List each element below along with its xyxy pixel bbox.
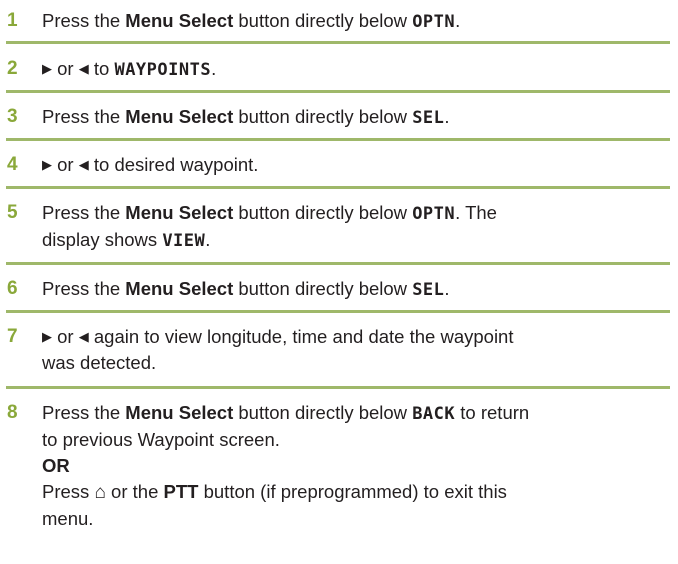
text: Press the: [42, 10, 126, 31]
text: or: [52, 154, 79, 175]
display-text-sel: SEL: [412, 108, 445, 128]
text: button directly below: [233, 202, 413, 223]
text: again to view longitude, time and date t…: [88, 326, 514, 347]
step-text: Press the Menu Select button directly be…: [42, 200, 672, 254]
divider: [6, 41, 670, 44]
text: Press the: [42, 402, 126, 423]
left-arrow-icon: ◀: [78, 157, 89, 172]
display-text-sel: SEL: [412, 280, 445, 300]
text: button directly below: [233, 402, 413, 423]
text: or: [52, 58, 79, 79]
text: .: [211, 58, 217, 79]
divider: [6, 262, 670, 265]
display-text-view: VIEW: [162, 231, 206, 251]
text: .: [455, 10, 461, 31]
step-text: Press the Menu Select button directly be…: [42, 400, 672, 532]
step-number: 6: [7, 278, 18, 299]
text: to: [88, 58, 115, 79]
menu-select-label: Menu Select: [125, 10, 234, 31]
menu-select-label: Menu Select: [125, 202, 234, 223]
text: .: [444, 278, 450, 299]
text: was detected.: [42, 352, 157, 373]
text: to desired waypoint.: [88, 154, 259, 175]
left-arrow-icon: ◀: [78, 61, 89, 76]
menu-select-label: Menu Select: [125, 402, 234, 423]
text: or: [52, 326, 79, 347]
home-icon: ⌂: [94, 482, 106, 503]
menu-select-label: Menu Select: [125, 106, 234, 127]
text: Press the: [42, 278, 126, 299]
step-text: Press the Menu Select button directly be…: [42, 276, 672, 303]
text: or the: [105, 481, 164, 502]
menu-select-label: Menu Select: [125, 278, 234, 299]
divider: [6, 90, 670, 93]
left-arrow-icon: ◀: [78, 329, 89, 344]
text: .: [205, 229, 211, 250]
right-arrow-icon: ▶: [42, 157, 52, 172]
text: button directly below: [233, 10, 413, 31]
step-number: 1: [7, 10, 18, 31]
display-text-optn: OPTN: [412, 204, 456, 224]
text: button directly below: [233, 106, 413, 127]
step-text: ▶ or ◀ to WAYPOINTS.: [42, 56, 672, 83]
or-label: OR: [42, 455, 70, 476]
right-arrow-icon: ▶: [42, 329, 52, 344]
ptt-label: PTT: [163, 481, 199, 502]
step-number: 8: [7, 402, 18, 423]
text: to return: [455, 402, 530, 423]
text: to previous Waypoint screen.: [42, 429, 280, 450]
text: menu.: [42, 508, 94, 529]
text: .: [444, 106, 450, 127]
text: . The: [455, 202, 497, 223]
divider: [6, 310, 670, 313]
step-text: ▶ or ◀ to desired waypoint.: [42, 152, 672, 178]
display-text-optn: OPTN: [412, 12, 456, 32]
right-arrow-icon: ▶: [42, 61, 52, 76]
step-text: ▶ or ◀ again to view longitude, time and…: [42, 324, 672, 376]
step-number: 7: [7, 326, 18, 347]
divider: [6, 138, 670, 141]
step-text: Press the Menu Select button directly be…: [42, 104, 672, 131]
display-text-waypoints: WAYPOINTS: [114, 60, 212, 80]
divider: [6, 386, 670, 389]
step-number: 4: [7, 154, 18, 175]
display-text-back: BACK: [412, 404, 456, 424]
text: Press the: [42, 202, 126, 223]
text: Press: [42, 481, 95, 502]
text: button directly below: [233, 278, 413, 299]
procedure-steps: 1 Press the Menu Select button directly …: [0, 0, 678, 564]
step-text: Press the Menu Select button directly be…: [42, 8, 672, 35]
step-number: 2: [7, 58, 18, 79]
divider: [6, 186, 670, 189]
text: button (if preprogrammed) to exit this: [198, 481, 507, 502]
step-number: 5: [7, 202, 18, 223]
step-number: 3: [7, 106, 18, 127]
text: display shows: [42, 229, 163, 250]
text: Press the: [42, 106, 126, 127]
